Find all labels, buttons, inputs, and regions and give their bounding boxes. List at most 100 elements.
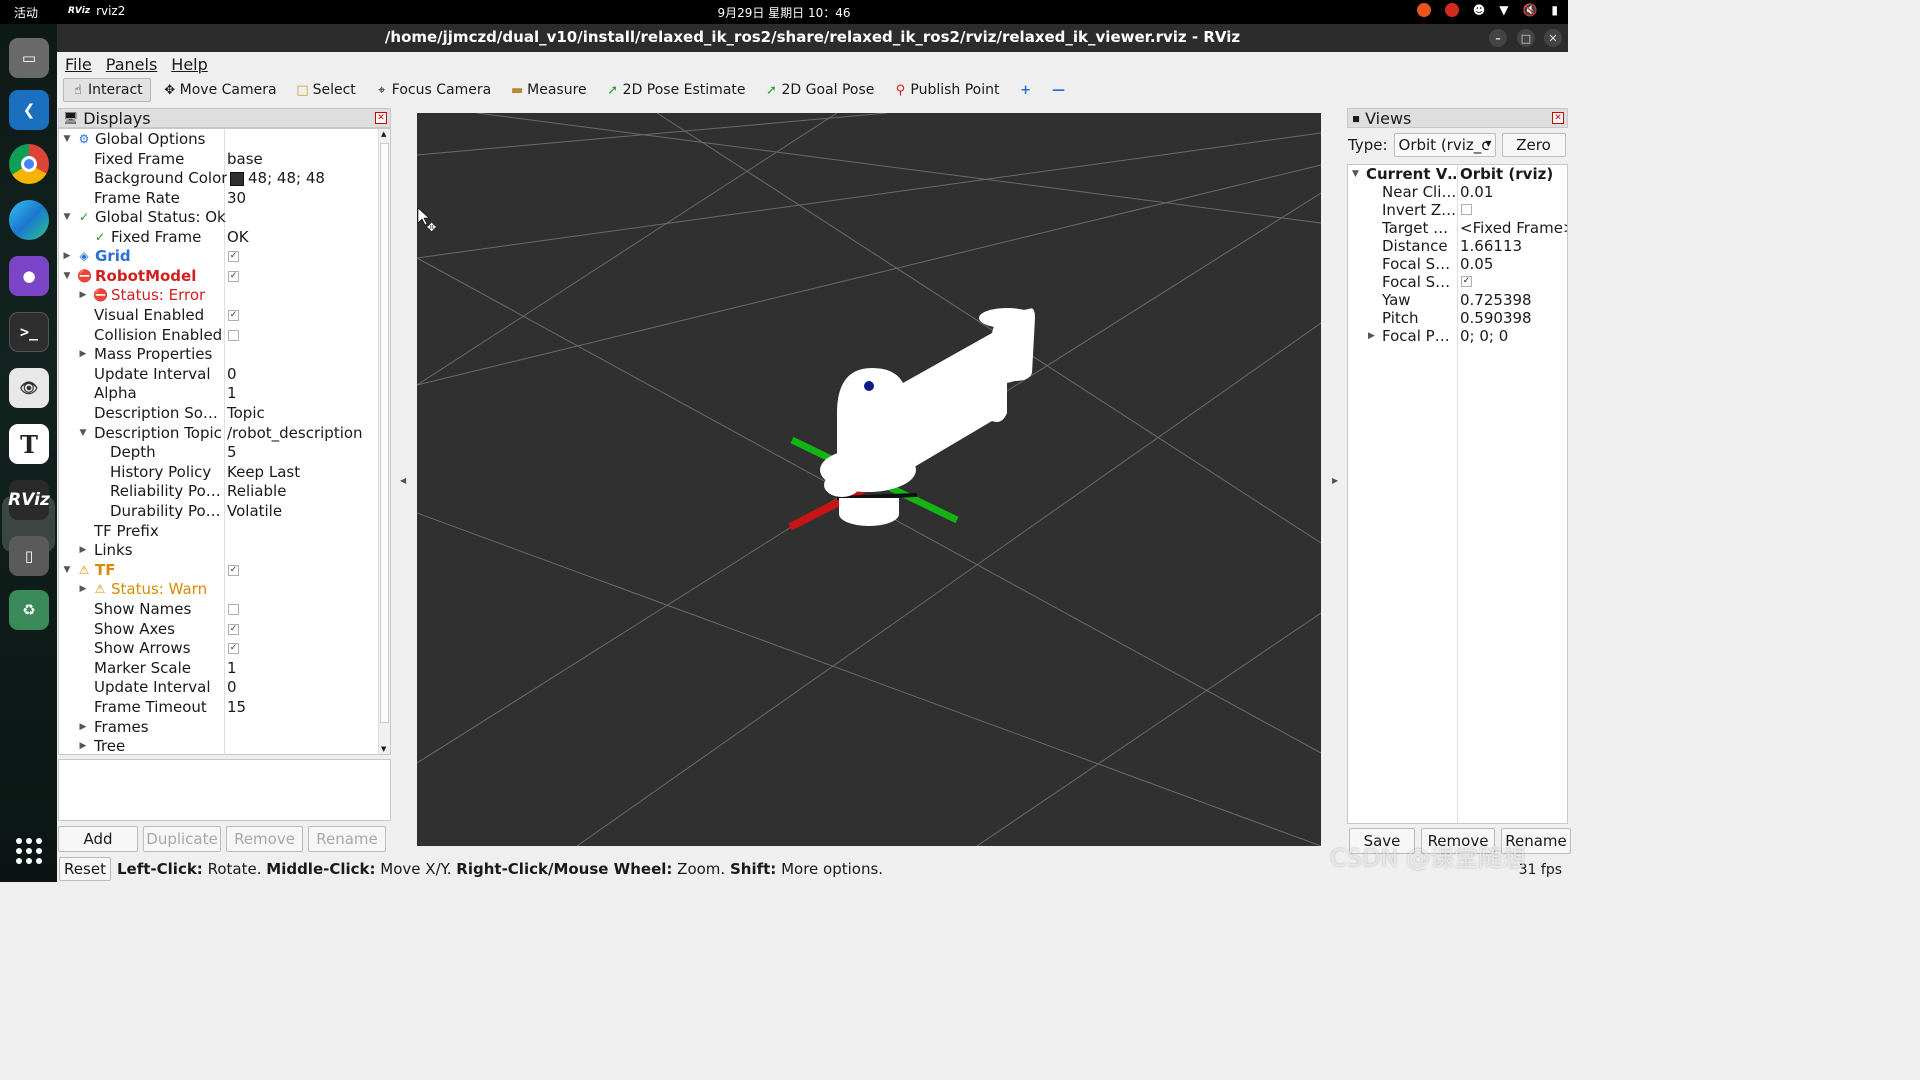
row-value[interactable]: /robot_description: [227, 424, 363, 444]
displays-tree[interactable]: ▼ ⚙ Global Options Fixed Frame base Back…: [58, 128, 391, 755]
tree-row-alpha[interactable]: Alpha 1: [59, 384, 379, 404]
views-tree[interactable]: ▼ Current V… Orbit (rviz) Near Cli… 0.01…: [1347, 164, 1568, 824]
expand-right-icon[interactable]: ▶: [77, 345, 89, 365]
expand-right-icon[interactable]: ▶: [77, 580, 89, 600]
focus-camera-tool[interactable]: ⌖ Focus Camera: [368, 78, 498, 102]
goal-pose-tool[interactable]: ➚ 2D Goal Pose: [758, 78, 882, 102]
duplicate-button[interactable]: Duplicate: [143, 826, 221, 852]
maximize-button[interactable]: □: [1517, 29, 1535, 47]
tree-row-status-warn[interactable]: ▶ ⚠ Status: Warn: [59, 580, 379, 600]
tree-row-tf[interactable]: ▼ ⚠ TF ✓: [59, 561, 379, 581]
weibo-icon[interactable]: [1444, 3, 1459, 17]
close-icon[interactable]: ✕: [375, 112, 387, 124]
tree-row-global-options[interactable]: ▼ ⚙ Global Options: [59, 130, 379, 150]
vertical-scrollbar[interactable]: ▲ ▼: [378, 129, 390, 754]
volume-muted-icon[interactable]: 🔇: [1522, 3, 1537, 17]
tree-row-grid[interactable]: ▶ ◈ Grid ✓: [59, 247, 379, 267]
close-icon[interactable]: ✕: [1552, 112, 1564, 124]
expand-right-icon[interactable]: ▶: [77, 286, 89, 306]
tf-checkbox[interactable]: ✓: [228, 565, 239, 576]
measure-tool[interactable]: ▬ Measure: [503, 78, 594, 102]
tree-row-fixed-frame-status[interactable]: ✓ Fixed Frame OK: [59, 228, 379, 248]
terminal-icon[interactable]: >_: [9, 312, 49, 352]
tree-row-marker-scale[interactable]: Marker Scale 1: [59, 659, 379, 679]
tree-row-status-error[interactable]: ▶ ⛔ Status: Error: [59, 286, 379, 306]
reset-button[interactable]: Reset: [59, 857, 111, 881]
tree-row-tf-update-interval[interactable]: Update Interval 0: [59, 678, 379, 698]
rviz-icon[interactable]: RViz: [8, 480, 50, 520]
minimize-button[interactable]: –: [1489, 29, 1507, 47]
invert-z-checkbox[interactable]: [1461, 204, 1472, 215]
tree-row-robot-model[interactable]: ▼ ⛔ RobotModel ✓: [59, 267, 379, 287]
tree-row-show-names[interactable]: Show Names: [59, 600, 379, 620]
clock[interactable]: 9月29日 星期日 10：46: [0, 4, 1568, 21]
tree-row-visual-enabled[interactable]: Visual Enabled ✓: [59, 306, 379, 326]
show-arrows-checkbox[interactable]: ✓: [228, 643, 239, 654]
collapse-left-icon[interactable]: ◀: [400, 476, 406, 485]
typora-icon[interactable]: T: [9, 424, 49, 464]
views-header[interactable]: ◾ Views ✕: [1347, 108, 1568, 128]
view-row-focal-point[interactable]: ▶ Focal P… 0; 0; 0: [1348, 327, 1567, 345]
row-value[interactable]: 0: [227, 365, 237, 385]
tree-row-tree[interactable]: ▶ Tree: [59, 737, 379, 754]
remove-tool-button[interactable]: —: [1045, 78, 1073, 102]
row-value[interactable]: 1.66113: [1460, 237, 1522, 255]
row-value[interactable]: 0.725398: [1460, 291, 1532, 309]
tree-row-depth[interactable]: Depth 5: [59, 443, 379, 463]
row-value[interactable]: 0.05: [1460, 255, 1493, 273]
close-button[interactable]: ✕: [1544, 29, 1562, 47]
row-value[interactable]: Volatile: [227, 502, 282, 522]
expand-down-icon[interactable]: ▼: [61, 130, 73, 150]
view-row-yaw[interactable]: Yaw 0.725398: [1348, 291, 1567, 309]
rename-button[interactable]: Rename: [308, 826, 386, 852]
expand-right-icon[interactable]: ▶: [77, 737, 89, 754]
view-type-select[interactable]: Orbit (rviz_c ▼: [1393, 133, 1496, 157]
row-value[interactable]: 0; 0; 0: [1460, 327, 1508, 345]
expand-down-icon[interactable]: ▼: [61, 208, 73, 228]
view-row-pitch[interactable]: Pitch 0.590398: [1348, 309, 1567, 327]
tree-row-links[interactable]: ▶ Links: [59, 541, 379, 561]
show-apps-icon[interactable]: [16, 838, 42, 864]
row-value[interactable]: Keep Last: [227, 463, 300, 483]
row-value[interactable]: 0: [227, 678, 237, 698]
scrollbar-thumb[interactable]: [380, 143, 389, 723]
tree-row-show-arrows[interactable]: Show Arrows ✓: [59, 639, 379, 659]
tree-row-description-source[interactable]: Description Sou… Topic: [59, 404, 379, 424]
ubuntu-pro-icon[interactable]: [1416, 3, 1431, 17]
move-camera-tool[interactable]: ✥ Move Camera: [156, 78, 284, 102]
tree-row-frame-timeout[interactable]: Frame Timeout 15: [59, 698, 379, 718]
tree-row-frame-rate[interactable]: Frame Rate 30: [59, 189, 379, 209]
add-button[interactable]: Add: [58, 826, 138, 852]
row-value[interactable]: 15: [227, 698, 246, 718]
collapse-right-icon[interactable]: ▶: [1332, 476, 1338, 485]
row-value[interactable]: base: [227, 150, 263, 170]
view-row-near-clip[interactable]: Near Cli… 0.01: [1348, 183, 1567, 201]
expand-down-icon[interactable]: ▼: [77, 424, 89, 444]
row-value[interactable]: 0.01: [1460, 183, 1493, 201]
edge-icon[interactable]: [9, 200, 49, 240]
battery-icon[interactable]: ▮: [1551, 3, 1558, 17]
expand-right-icon[interactable]: ▶: [77, 541, 89, 561]
tree-row-update-interval[interactable]: Update Interval 0: [59, 365, 379, 385]
menu-file[interactable]: File: [65, 55, 92, 74]
tree-row-description-topic[interactable]: ▼ Description Topic /robot_description: [59, 424, 379, 444]
tree-row-show-axes[interactable]: Show Axes ✓: [59, 620, 379, 640]
tree-row-mass-properties[interactable]: ▶ Mass Properties: [59, 345, 379, 365]
show-axes-checkbox[interactable]: ✓: [228, 624, 239, 635]
tree-row-history-policy[interactable]: History Policy Keep Last: [59, 463, 379, 483]
scroll-up-icon[interactable]: ▲: [381, 130, 386, 138]
files-icon[interactable]: ▭: [9, 38, 49, 78]
expand-down-icon[interactable]: ▼: [1352, 165, 1359, 183]
view-row-current-view[interactable]: ▼ Current V… Orbit (rviz): [1348, 165, 1567, 183]
menu-panels[interactable]: Panels: [106, 55, 158, 74]
robot-model-checkbox[interactable]: ✓: [228, 271, 239, 282]
row-value[interactable]: 1: [227, 659, 237, 679]
row-value[interactable]: 0.590398: [1460, 309, 1532, 327]
tree-row-global-status[interactable]: ▼ ✓ Global Status: Ok: [59, 208, 379, 228]
focal-shape-checkbox[interactable]: ✓: [1461, 276, 1472, 287]
expand-right-icon[interactable]: ▶: [1368, 327, 1375, 345]
add-tool-button[interactable]: +: [1012, 78, 1040, 102]
tree-row-collision-enabled[interactable]: Collision Enabled: [59, 326, 379, 346]
view-row-focal-shape-fixed[interactable]: Focal S… ✓: [1348, 273, 1567, 291]
displays-header[interactable]: 🖥 Displays ✕: [58, 108, 391, 128]
